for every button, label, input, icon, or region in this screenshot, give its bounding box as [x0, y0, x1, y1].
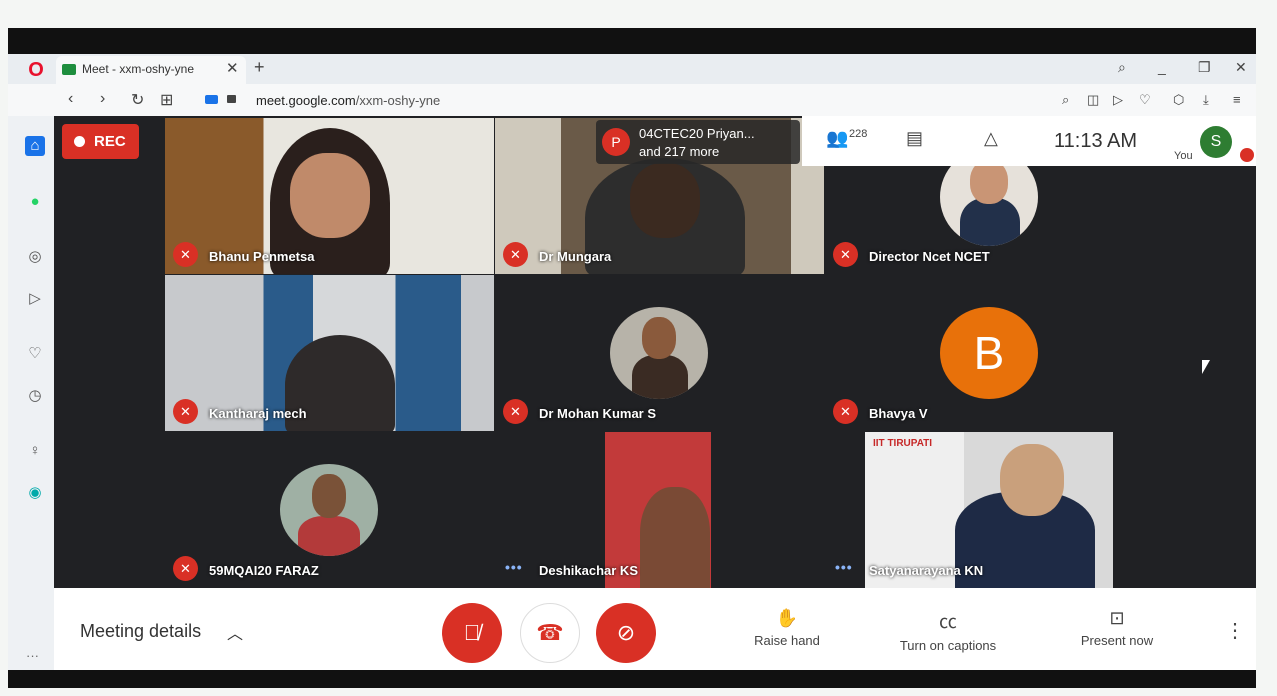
tab-title: Meet - xxm-oshy-yne — [82, 62, 195, 76]
url-field[interactable]: meet.google.com/xxm-oshy-yne — [256, 93, 440, 108]
presenter-more: and 217 more — [639, 144, 720, 159]
self-avatar[interactable]: S — [1200, 126, 1232, 158]
bookmark-heart-icon[interactable]: ♡ — [1139, 92, 1151, 108]
mic-off-icon: ✕ — [503, 399, 528, 424]
mic-off-icon: ✕ — [173, 399, 198, 424]
recording-badge: REC — [62, 124, 139, 159]
search-tabs-icon[interactable]: ⌕ — [1118, 59, 1126, 76]
raise-hand-label: Raise hand — [754, 633, 820, 648]
sidebar-flow-icon[interactable]: ▷ — [25, 289, 45, 309]
participant-name: Dr Mungara — [539, 249, 612, 264]
restore-button[interactable]: ❐ — [1198, 59, 1211, 76]
download-icon[interactable]: ⤓ — [1203, 92, 1209, 108]
present-label: Present now — [1080, 633, 1154, 648]
participant-name: Bhavya V — [869, 406, 928, 421]
mic-off-icon: ✕ — [833, 399, 858, 424]
url-domain: meet.google.com — [256, 93, 356, 108]
easy-setup-icon[interactable]: ≡ — [1233, 92, 1241, 107]
self-label: You — [1174, 150, 1193, 162]
participant-name: 59MQAI20 FARAZ — [209, 563, 319, 578]
participant-tile[interactable]: ••• Deshikachar KS — [495, 432, 824, 588]
captions-label: Turn on captions — [899, 638, 997, 653]
chat-icon[interactable]: ▤ — [906, 128, 923, 149]
zoom-icon[interactable]: ⌕ — [1062, 92, 1069, 108]
present-icon: ⊡ — [1109, 608, 1125, 628]
new-tab-button[interactable]: + — [254, 57, 265, 78]
minimize-button[interactable]: _ — [1158, 59, 1166, 75]
presenter-card[interactable]: P 04CTEC20 Priyan... and 217 more — [596, 120, 800, 164]
participant-tile[interactable]: ✕ 59MQAI20 FARAZ — [165, 432, 494, 588]
sidebar-lightbulb-icon[interactable]: ♀ — [25, 441, 45, 461]
mic-off-icon: ✕ — [173, 556, 198, 581]
extensions-icon[interactable]: ⬡ — [1173, 92, 1184, 108]
back-button[interactable]: ‹ — [68, 90, 73, 108]
browser-tab-meet[interactable]: Meet - xxm-oshy-yne ✕ — [56, 56, 246, 84]
mic-off-icon: ✕ — [833, 242, 858, 267]
snapshot-icon[interactable]: ◫ — [1087, 92, 1099, 108]
lock-icon[interactable] — [227, 95, 236, 103]
participant-name: Dr Mohan Kumar S — [539, 406, 657, 421]
hand-icon: ✋ — [775, 608, 799, 628]
recording-label: REC — [94, 133, 126, 150]
meet-favicon-icon — [62, 64, 76, 75]
reload-button[interactable]: ↻ — [131, 90, 144, 110]
camera-off-icon: ⊘ — [616, 620, 636, 645]
participant-avatar-letter: B — [940, 307, 1038, 399]
mic-off-icon: ✕ — [173, 242, 198, 267]
presenter-name: 04CTEC20 Priyan... — [639, 126, 755, 141]
sidebar-bookmarks-icon[interactable]: ♡ — [25, 344, 45, 364]
participant-avatar — [610, 307, 708, 399]
presenter-avatar: P — [602, 128, 630, 156]
tab-close-icon[interactable]: ✕ — [226, 59, 239, 77]
activities-icon[interactable]: △ — [984, 128, 998, 149]
participant-name: Deshikachar KS — [539, 563, 638, 578]
toggle-camera-button[interactable]: ⊘ — [596, 603, 656, 663]
participant-tile[interactable]: IIT TIRUPATI ••• Satyanarayana KN — [825, 432, 1154, 588]
opera-logo-icon[interactable]: O — [27, 60, 45, 80]
participant-tile[interactable]: B ✕ Bhavya V — [825, 275, 1154, 431]
leave-call-button[interactable]: ☎ — [520, 603, 580, 663]
speaking-indicator-icon: ••• — [835, 559, 853, 575]
participant-name: Bhanu Penmetsa — [209, 249, 315, 264]
flow-icon[interactable]: ▷ — [1113, 92, 1123, 108]
close-window-button[interactable]: ✕ — [1235, 59, 1247, 76]
mic-off-icon: 🎙̸ — [463, 620, 481, 645]
participant-tile[interactable]: ✕ Dr Mohan Kumar S — [495, 275, 824, 431]
toggle-mic-button[interactable]: 🎙̸ — [442, 603, 502, 663]
chevron-up-icon[interactable]: ︿ — [227, 620, 243, 644]
hangup-icon: ☎ — [536, 620, 564, 645]
speed-dial-icon[interactable]: ⊞ — [160, 90, 173, 110]
sidebar-player-icon[interactable]: ◎ — [25, 247, 45, 267]
participant-face — [630, 163, 700, 238]
present-now-button[interactable]: ⊡ Present now — [1074, 608, 1160, 648]
sidebar-home-icon[interactable]: ⌂ — [25, 136, 45, 156]
participant-name: Director Ncet NCET — [869, 249, 990, 264]
more-options-icon[interactable]: ⋮ — [1225, 618, 1245, 643]
mic-off-icon: ✕ — [503, 242, 528, 267]
participant-name: Kantharaj mech — [209, 406, 307, 421]
mouse-cursor-icon — [1202, 360, 1210, 374]
people-count: 228 — [849, 128, 868, 140]
meeting-clock: 11:13 AM — [1054, 130, 1138, 152]
url-path: /xxm-oshy-yne — [355, 93, 441, 108]
raise-hand-button[interactable]: ✋ Raise hand — [750, 608, 824, 648]
participant-name: Satyanarayana KN — [869, 563, 984, 578]
sidebar-whatsapp-icon[interactable]: ● — [25, 192, 45, 212]
self-mic-off-icon — [1240, 148, 1254, 162]
forward-button[interactable]: › — [100, 90, 105, 108]
record-dot-icon — [74, 136, 85, 147]
camera-in-use-icon[interactable] — [205, 95, 218, 104]
sidebar-app-icon[interactable]: ◉ — [25, 483, 45, 503]
meeting-details-button[interactable]: Meeting details — [80, 621, 201, 642]
participant-face — [290, 153, 370, 238]
participant-avatar — [280, 464, 378, 556]
people-icon[interactable]: 👥 — [826, 128, 848, 149]
speaking-indicator-icon: ••• — [505, 559, 523, 575]
participant-tile[interactable]: ✕ Kantharaj mech — [165, 275, 494, 431]
sidebar-history-icon[interactable]: ◷ — [25, 386, 45, 406]
participant-tile[interactable]: ✕ Bhanu Penmetsa — [165, 118, 494, 274]
sidebar-more-icon[interactable]: ··· — [26, 648, 39, 663]
captions-button[interactable]: ㏄ Turn on captions — [890, 608, 1006, 653]
captions-icon: ㏄ — [939, 612, 957, 632]
